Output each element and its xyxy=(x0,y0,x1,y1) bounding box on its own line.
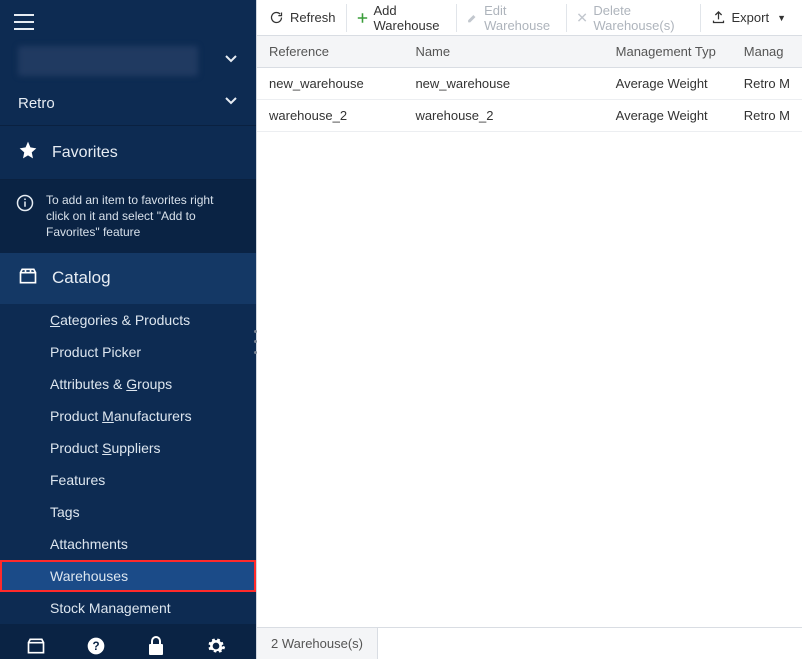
sidebar-item-2[interactable]: Attributes & Groups xyxy=(0,368,256,400)
col-reference[interactable]: Reference xyxy=(257,36,403,68)
help-icon: ? xyxy=(86,636,106,656)
favorites-header[interactable]: Favorites xyxy=(0,125,256,180)
sidebar-item-3[interactable]: Product Manufacturers xyxy=(0,400,256,432)
store-name: Retro xyxy=(18,95,55,112)
cell-name: warehouse_2 xyxy=(403,100,603,132)
refresh-icon xyxy=(269,10,284,25)
sidebar: Retro Favorites To add an item to favori… xyxy=(0,0,256,659)
add-warehouse-label: Add Warehouse xyxy=(374,3,447,33)
plus-icon xyxy=(357,11,368,25)
store-selector[interactable]: Retro xyxy=(0,86,256,125)
export-label: Export xyxy=(732,10,770,25)
refresh-label: Refresh xyxy=(290,10,336,25)
sidebar-item-9[interactable]: Stock Management xyxy=(0,592,256,624)
toolbar: Refresh Add Warehouse Edit Warehouse Del… xyxy=(257,0,802,36)
table-header-row: Reference Name Management Typ Manag xyxy=(257,36,802,68)
table-row[interactable]: warehouse_2warehouse_2Average WeightRetr… xyxy=(257,100,802,132)
sidebar-item-8[interactable]: Warehouses xyxy=(0,560,256,592)
export-button[interactable]: Export ▼ xyxy=(701,4,797,32)
profile-name-redacted xyxy=(18,46,198,76)
catalog-submenu: Categories & ProductsProduct PickerAttri… xyxy=(0,304,256,624)
catalog-icon xyxy=(18,267,38,290)
cell-name: new_warehouse xyxy=(403,68,603,100)
favorites-hint: To add an item to favorites right click … xyxy=(0,180,256,253)
cell-mgmt_type: Average Weight xyxy=(604,100,732,132)
close-icon xyxy=(577,11,587,24)
help-button[interactable]: ? xyxy=(68,624,124,659)
star-icon xyxy=(18,140,38,165)
favorites-hint-text: To add an item to favorites right click … xyxy=(46,192,240,241)
splitter-handle[interactable] xyxy=(254,330,258,354)
box-icon xyxy=(26,637,46,655)
chevron-down-icon xyxy=(224,52,238,71)
svg-text:?: ? xyxy=(92,640,99,653)
warehouse-table: Reference Name Management Typ Manag new_… xyxy=(257,36,802,627)
status-bar: 2 Warehouse(s) xyxy=(257,627,802,659)
cell-reference: new_warehouse xyxy=(257,68,403,100)
sidebar-item-1[interactable]: Product Picker xyxy=(0,336,256,368)
table-row[interactable]: new_warehousenew_warehouseAverage Weight… xyxy=(257,68,802,100)
hamburger-button[interactable] xyxy=(0,0,256,38)
col-name[interactable]: Name xyxy=(403,36,603,68)
col-mgmt-type[interactable]: Management Typ xyxy=(604,36,732,68)
cell-manager: Retro M xyxy=(732,100,802,132)
delete-warehouse-button[interactable]: Delete Warehouse(s) xyxy=(567,4,700,32)
bottom-bar: ? xyxy=(0,624,256,659)
export-icon xyxy=(711,10,726,25)
sidebar-item-4[interactable]: Product Suppliers xyxy=(0,432,256,464)
info-icon xyxy=(16,194,34,241)
main-panel: Refresh Add Warehouse Edit Warehouse Del… xyxy=(256,0,802,659)
refresh-button[interactable]: Refresh xyxy=(263,4,347,32)
lock-icon xyxy=(147,636,165,656)
delete-warehouse-label: Delete Warehouse(s) xyxy=(593,3,689,33)
favorites-label: Favorites xyxy=(52,144,118,162)
sidebar-item-5[interactable]: Features xyxy=(0,464,256,496)
edit-warehouse-label: Edit Warehouse xyxy=(484,3,556,33)
sidebar-item-0[interactable]: Categories & Products xyxy=(0,304,256,336)
cell-reference: warehouse_2 xyxy=(257,100,403,132)
cell-manager: Retro M xyxy=(732,68,802,100)
sidebar-item-6[interactable]: Tags xyxy=(0,496,256,528)
catalog-header[interactable]: Catalog xyxy=(0,253,256,304)
add-warehouse-button[interactable]: Add Warehouse xyxy=(347,4,458,32)
catalog-label: Catalog xyxy=(52,268,111,288)
caret-down-icon: ▼ xyxy=(777,13,786,23)
settings-button[interactable] xyxy=(188,624,244,659)
lock-button[interactable] xyxy=(128,624,184,659)
chevron-down-icon xyxy=(224,94,238,113)
col-manager[interactable]: Manag xyxy=(732,36,802,68)
cell-mgmt_type: Average Weight xyxy=(604,68,732,100)
status-count: 2 Warehouse(s) xyxy=(257,628,378,659)
profile-row[interactable] xyxy=(0,38,256,86)
pencil-icon xyxy=(467,11,478,25)
gear-icon xyxy=(206,636,226,656)
edit-warehouse-button[interactable]: Edit Warehouse xyxy=(457,4,567,32)
menu-icon xyxy=(14,14,34,30)
sidebar-item-7[interactable]: Attachments xyxy=(0,528,256,560)
bottom-catalog-button[interactable] xyxy=(8,624,64,659)
